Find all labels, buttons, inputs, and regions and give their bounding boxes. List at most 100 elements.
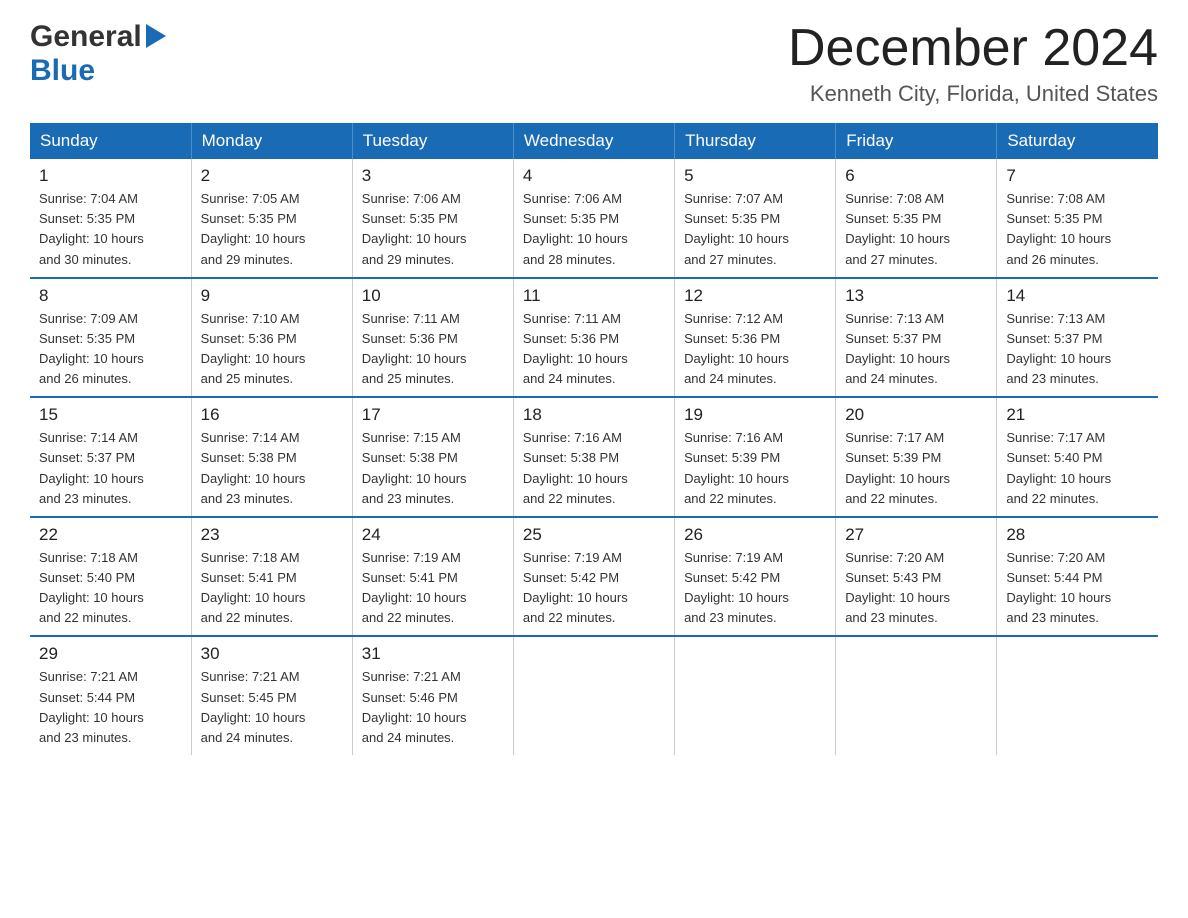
logo: General Blue	[30, 20, 166, 88]
day-number: 14	[1006, 286, 1149, 306]
day-number: 8	[39, 286, 182, 306]
day-cell: 11Sunrise: 7:11 AMSunset: 5:36 PMDayligh…	[513, 278, 674, 398]
day-cell: 25 Sunrise: 7:19 AMSunset: 5:42 PMDayligh…	[513, 517, 674, 637]
day-cell: 29 Sunrise: 7:21 AMSunset: 5:44 PMDayligh…	[30, 636, 191, 755]
day-cell: 7 Sunrise: 7:08 AMSunset: 5:35 PMDaylight…	[997, 159, 1158, 278]
col-wednesday: Wednesday	[513, 123, 674, 159]
day-info: Sunrise: 7:21 AMSunset: 5:46 PMDaylight:…	[362, 667, 504, 748]
day-number: 5	[684, 166, 826, 186]
day-number: 23	[201, 525, 343, 545]
col-friday: Friday	[836, 123, 997, 159]
day-info: Sunrise: 7:07 AMSunset: 5:35 PMDaylight:…	[684, 189, 826, 270]
day-cell: 13 Sunrise: 7:13 AMSunset: 5:37 PMDayligh…	[836, 278, 997, 398]
day-number: 31	[362, 644, 504, 664]
col-saturday: Saturday	[997, 123, 1158, 159]
day-cell: 30 Sunrise: 7:21 AMSunset: 5:45 PMDayligh…	[191, 636, 352, 755]
day-cell: 21 Sunrise: 7:17 AMSunset: 5:40 PMDayligh…	[997, 397, 1158, 517]
day-info: Sunrise: 7:08 AMSunset: 5:35 PMDaylight:…	[845, 189, 987, 270]
day-info: Sunrise: 7:13 AMSunset: 5:37 PMDaylight:…	[845, 309, 987, 390]
day-number: 26	[684, 525, 826, 545]
day-cell: 27 Sunrise: 7:20 AMSunset: 5:43 PMDayligh…	[836, 517, 997, 637]
day-info: Sunrise: 7:17 AMSunset: 5:40 PMDaylight:…	[1006, 428, 1149, 509]
day-cell: 26 Sunrise: 7:19 AMSunset: 5:42 PMDayligh…	[675, 517, 836, 637]
col-thursday: Thursday	[675, 123, 836, 159]
day-number: 7	[1006, 166, 1149, 186]
day-number: 17	[362, 405, 504, 425]
day-number: 4	[523, 166, 665, 186]
day-info: Sunrise: 7:21 AMSunset: 5:45 PMDaylight:…	[201, 667, 343, 748]
day-info: Sunrise: 7:10 AMSunset: 5:36 PMDaylight:…	[201, 309, 343, 390]
day-cell	[675, 636, 836, 755]
day-info: Sunrise: 7:14 AMSunset: 5:37 PMDaylight:…	[39, 428, 182, 509]
day-number: 18	[523, 405, 665, 425]
day-number: 15	[39, 405, 182, 425]
day-number: 25	[523, 525, 665, 545]
day-number: 13	[845, 286, 987, 306]
day-info: Sunrise: 7:20 AMSunset: 5:43 PMDaylight:…	[845, 548, 987, 629]
day-cell: 8 Sunrise: 7:09 AMSunset: 5:35 PMDaylight…	[30, 278, 191, 398]
title-area: December 2024 Kenneth City, Florida, Uni…	[788, 20, 1158, 107]
day-cell: 6 Sunrise: 7:08 AMSunset: 5:35 PMDaylight…	[836, 159, 997, 278]
logo-blue-text: Blue	[30, 54, 95, 88]
day-cell: 18 Sunrise: 7:16 AMSunset: 5:38 PMDayligh…	[513, 397, 674, 517]
header: General Blue December 2024 Kenneth City,…	[30, 20, 1158, 107]
day-number: 19	[684, 405, 826, 425]
week-row-4: 22Sunrise: 7:18 AMSunset: 5:40 PMDayligh…	[30, 517, 1158, 637]
day-number: 27	[845, 525, 987, 545]
day-cell: 28Sunrise: 7:20 AMSunset: 5:44 PMDayligh…	[997, 517, 1158, 637]
day-cell: 17 Sunrise: 7:15 AMSunset: 5:38 PMDayligh…	[352, 397, 513, 517]
day-number: 12	[684, 286, 826, 306]
day-cell	[836, 636, 997, 755]
day-info: Sunrise: 7:16 AMSunset: 5:39 PMDaylight:…	[684, 428, 826, 509]
day-number: 29	[39, 644, 182, 664]
day-info: Sunrise: 7:17 AMSunset: 5:39 PMDaylight:…	[845, 428, 987, 509]
day-info: Sunrise: 7:09 AMSunset: 5:35 PMDaylight:…	[39, 309, 182, 390]
month-title: December 2024	[788, 20, 1158, 77]
day-cell: 22Sunrise: 7:18 AMSunset: 5:40 PMDayligh…	[30, 517, 191, 637]
day-cell: 23Sunrise: 7:18 AMSunset: 5:41 PMDayligh…	[191, 517, 352, 637]
day-cell: 9 Sunrise: 7:10 AMSunset: 5:36 PMDaylight…	[191, 278, 352, 398]
day-cell: 20 Sunrise: 7:17 AMSunset: 5:39 PMDayligh…	[836, 397, 997, 517]
day-info: Sunrise: 7:06 AMSunset: 5:35 PMDaylight:…	[523, 189, 665, 270]
day-info: Sunrise: 7:19 AMSunset: 5:41 PMDaylight:…	[362, 548, 504, 629]
day-info: Sunrise: 7:11 AMSunset: 5:36 PMDaylight:…	[362, 309, 504, 390]
day-cell: 12 Sunrise: 7:12 AMSunset: 5:36 PMDayligh…	[675, 278, 836, 398]
day-info: Sunrise: 7:05 AMSunset: 5:35 PMDaylight:…	[201, 189, 343, 270]
day-number: 3	[362, 166, 504, 186]
week-row-1: 1Sunrise: 7:04 AMSunset: 5:35 PMDaylight…	[30, 159, 1158, 278]
day-info: Sunrise: 7:16 AMSunset: 5:38 PMDaylight:…	[523, 428, 665, 509]
day-number: 6	[845, 166, 987, 186]
day-info: Sunrise: 7:15 AMSunset: 5:38 PMDaylight:…	[362, 428, 504, 509]
day-cell: 16 Sunrise: 7:14 AMSunset: 5:38 PMDayligh…	[191, 397, 352, 517]
day-info: Sunrise: 7:19 AMSunset: 5:42 PMDaylight:…	[523, 548, 665, 629]
day-number: 30	[201, 644, 343, 664]
day-number: 16	[201, 405, 343, 425]
day-cell: 5 Sunrise: 7:07 AMSunset: 5:35 PMDaylight…	[675, 159, 836, 278]
day-cell: 1Sunrise: 7:04 AMSunset: 5:35 PMDaylight…	[30, 159, 191, 278]
week-row-2: 8 Sunrise: 7:09 AMSunset: 5:35 PMDaylight…	[30, 278, 1158, 398]
day-number: 1	[39, 166, 182, 186]
day-info: Sunrise: 7:12 AMSunset: 5:36 PMDaylight:…	[684, 309, 826, 390]
day-cell: 15 Sunrise: 7:14 AMSunset: 5:37 PMDayligh…	[30, 397, 191, 517]
day-cell	[997, 636, 1158, 755]
day-number: 21	[1006, 405, 1149, 425]
day-info: Sunrise: 7:21 AMSunset: 5:44 PMDaylight:…	[39, 667, 182, 748]
week-row-3: 15 Sunrise: 7:14 AMSunset: 5:37 PMDayligh…	[30, 397, 1158, 517]
location-subtitle: Kenneth City, Florida, United States	[788, 81, 1158, 107]
day-info: Sunrise: 7:06 AMSunset: 5:35 PMDaylight:…	[362, 189, 504, 270]
day-number: 22	[39, 525, 182, 545]
day-info: Sunrise: 7:13 AMSunset: 5:37 PMDaylight:…	[1006, 309, 1149, 390]
col-sunday: Sunday	[30, 123, 191, 159]
calendar-body: 1Sunrise: 7:04 AMSunset: 5:35 PMDaylight…	[30, 159, 1158, 755]
day-info: Sunrise: 7:19 AMSunset: 5:42 PMDaylight:…	[684, 548, 826, 629]
day-info: Sunrise: 7:20 AMSunset: 5:44 PMDaylight:…	[1006, 548, 1149, 629]
day-number: 20	[845, 405, 987, 425]
day-cell: 2Sunrise: 7:05 AMSunset: 5:35 PMDaylight…	[191, 159, 352, 278]
day-info: Sunrise: 7:14 AMSunset: 5:38 PMDaylight:…	[201, 428, 343, 509]
day-number: 9	[201, 286, 343, 306]
day-cell: 10Sunrise: 7:11 AMSunset: 5:36 PMDayligh…	[352, 278, 513, 398]
day-info: Sunrise: 7:08 AMSunset: 5:35 PMDaylight:…	[1006, 189, 1149, 270]
logo-general-text: General	[30, 20, 142, 54]
day-number: 11	[523, 286, 665, 306]
calendar-header: Sunday Monday Tuesday Wednesday Thursday…	[30, 123, 1158, 159]
